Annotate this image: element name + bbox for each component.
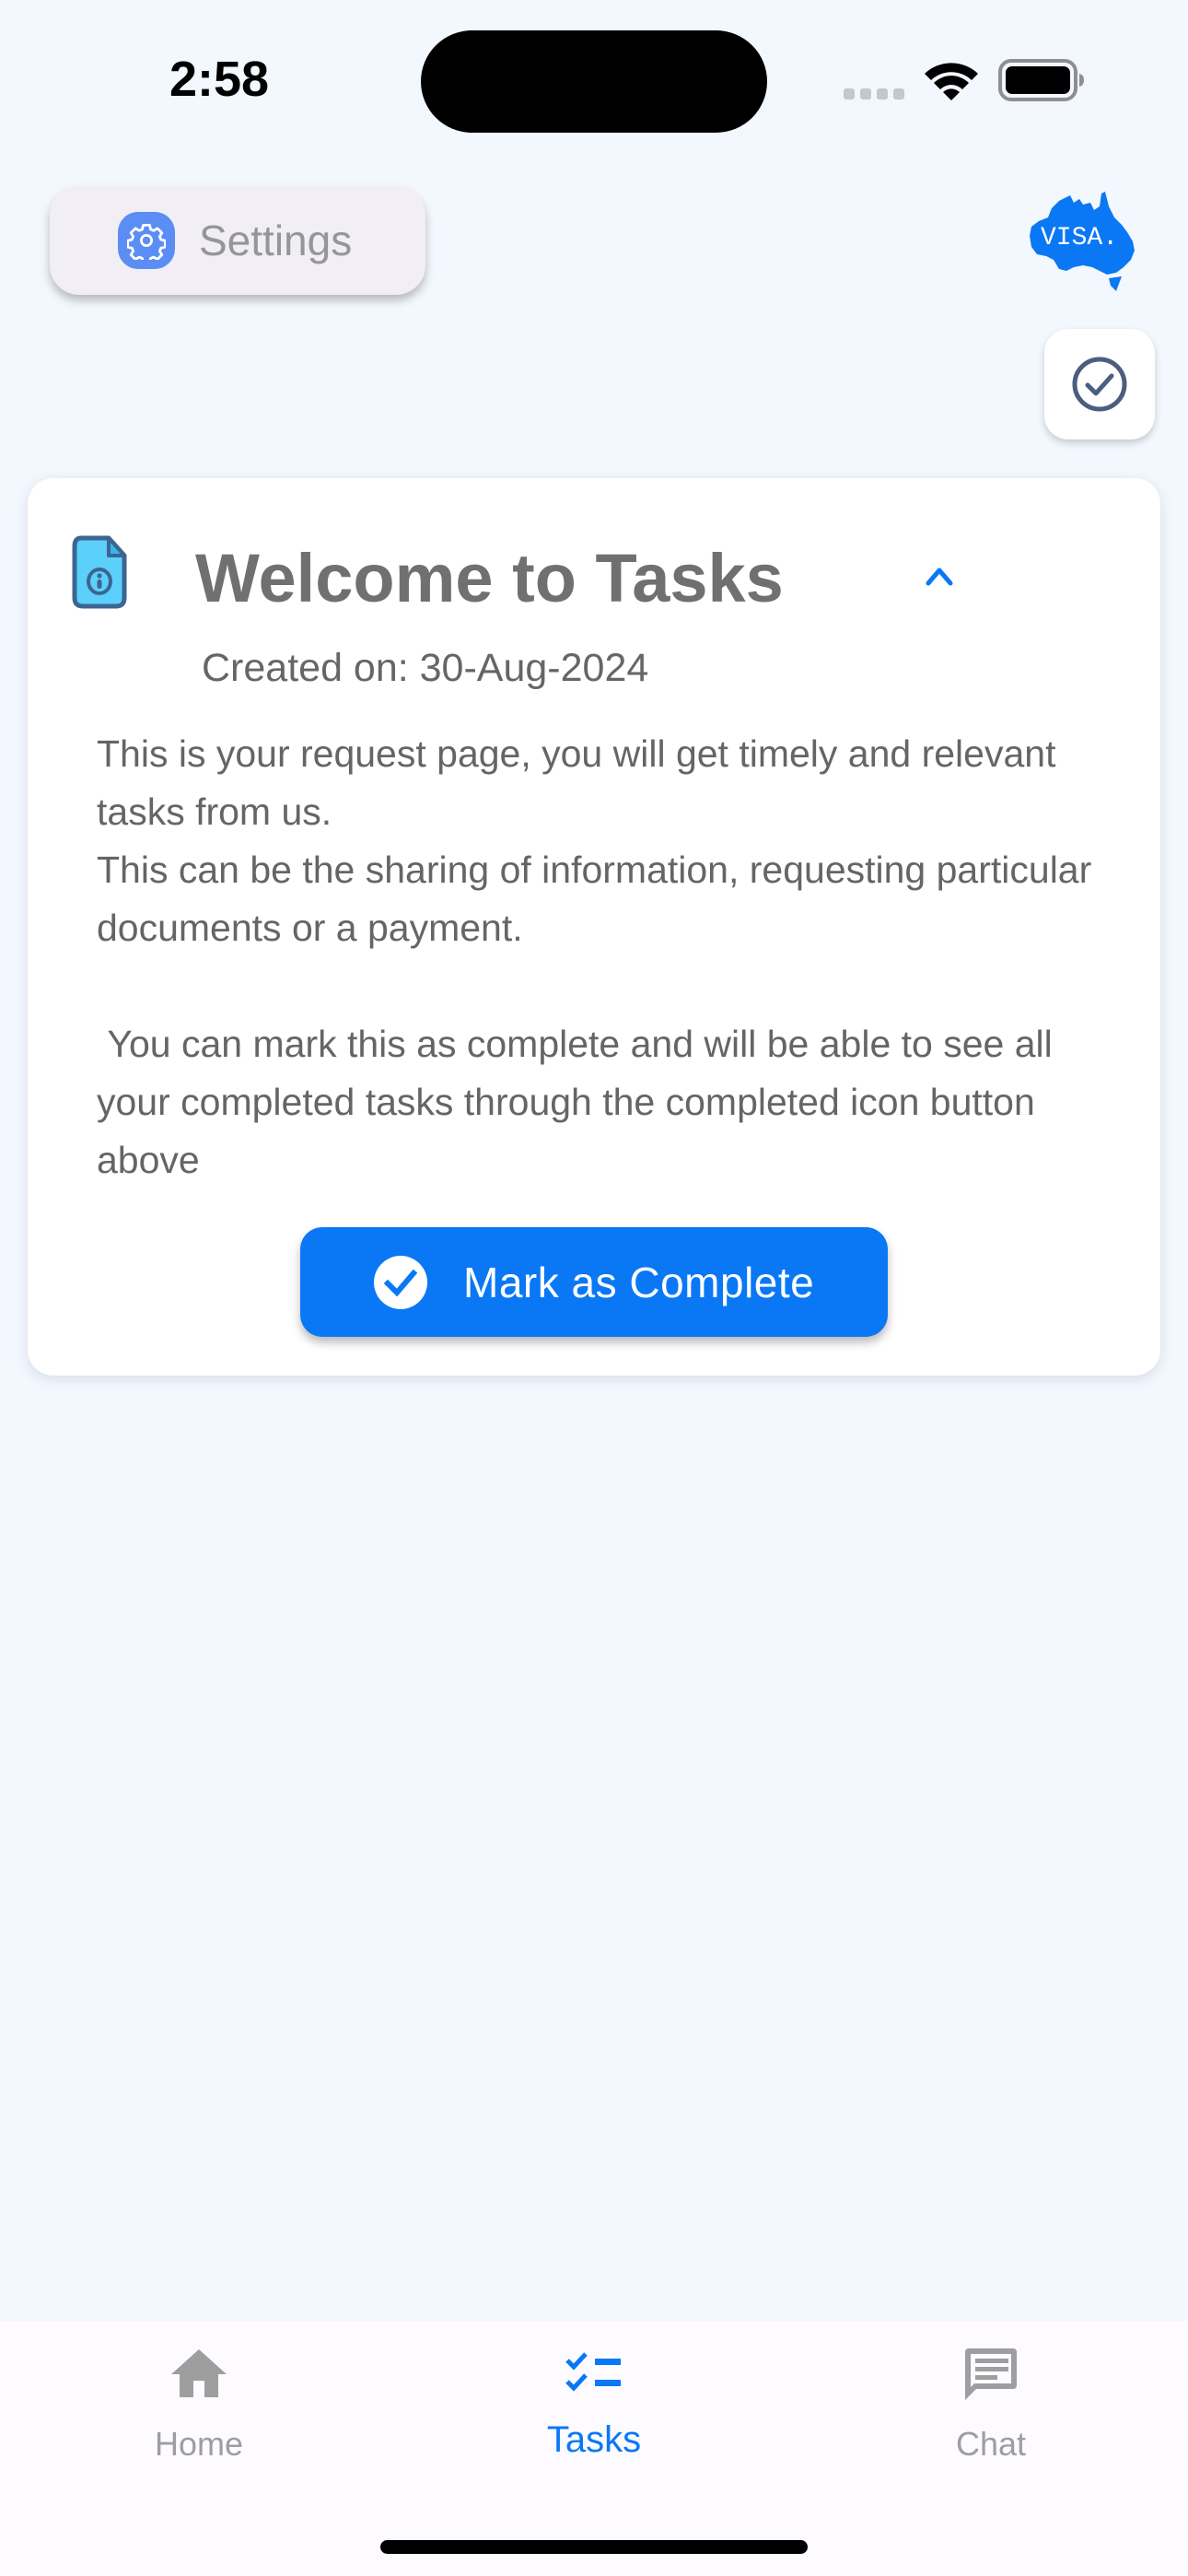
home-icon [171,2349,227,2397]
signal-dot [893,88,904,100]
created-date: Created on: 30-Aug-2024 [202,646,649,690]
tab-home[interactable]: Home [61,2321,337,2477]
wifi-icon [925,63,978,100]
document-info-icon [72,535,127,609]
signal-dot [860,88,871,100]
tab-label: Tasks [546,2419,642,2460]
tab-chat[interactable]: Chat [853,2321,1129,2477]
battery-icon [998,59,1084,101]
checklist-icon [565,2352,621,2392]
home-indicator [380,2540,808,2554]
mark-as-complete-label: Mark as Complete [463,1258,815,1306]
logo-text: VISA. [1041,224,1118,252]
check-circle-icon [1072,357,1127,412]
settings-label: Settings [199,217,353,264]
chevron-up-icon[interactable] [923,559,956,592]
tab-label: Home [154,2425,244,2463]
signal-dot [844,88,855,100]
card-title: Welcome to Tasks [195,540,784,616]
mark-as-complete-button[interactable]: Mark as Complete [300,1227,888,1337]
completed-tasks-button[interactable] [1044,329,1155,439]
task-card: Welcome to Tasks Created on: 30-Aug-2024… [28,478,1160,1376]
tab-label: Chat [955,2425,1027,2463]
description-paragraph: ​ [97,957,1110,1015]
gear-icon [118,212,175,269]
tab-bar: Home Tasks Chat [0,2321,1188,2576]
signal-icon [844,88,904,100]
description-paragraph: This can be the sharing of information, … [97,849,1102,949]
dynamic-island [421,30,767,133]
status-time: 2:58 [169,52,270,107]
australia-map-logo: VISA. [1030,192,1135,291]
chat-icon [965,2348,1017,2400]
settings-button[interactable]: Settings [50,186,425,295]
description-paragraph: This is your request page, you will get … [97,732,1066,833]
signal-dot [877,88,888,100]
check-circle-icon [374,1255,427,1309]
description-paragraph: You can mark this as complete and will b… [97,1023,1064,1181]
tab-tasks[interactable]: Tasks [456,2321,732,2477]
card-description: This is your request page, you will get … [97,725,1110,1189]
